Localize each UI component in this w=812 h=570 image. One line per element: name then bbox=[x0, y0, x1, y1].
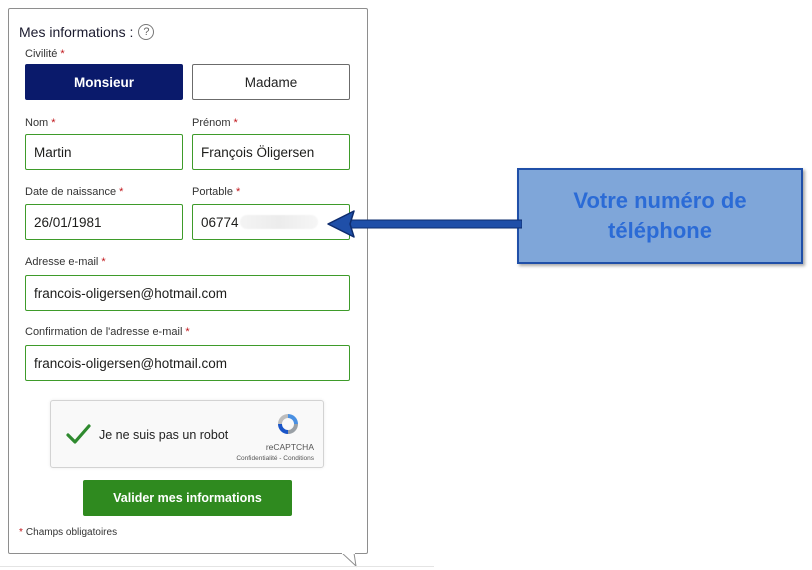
section-title: Mes informations : ? bbox=[19, 24, 155, 40]
civility-label: Civilité * bbox=[25, 48, 65, 60]
birthdate-input[interactable]: 26/01/1981 bbox=[25, 204, 183, 240]
email-confirm-label: Confirmation de l'adresse e-mail * bbox=[25, 326, 190, 338]
portable-label: Portable * bbox=[192, 186, 241, 198]
recaptcha-brand: reCAPTCHA bbox=[265, 442, 314, 452]
recaptcha-widget[interactable]: Je ne suis pas un robot reCAPTCHA Confid… bbox=[50, 400, 324, 468]
section-title-text: Mes informations : bbox=[19, 24, 134, 40]
recaptcha-links[interactable]: Confidentialité - Conditions bbox=[236, 455, 314, 462]
civility-madame-button[interactable]: Madame bbox=[192, 64, 350, 100]
recaptcha-text: Je ne suis pas un robot bbox=[99, 428, 229, 442]
email-confirm-input[interactable]: francois-oligersen@hotmail.com bbox=[25, 345, 350, 381]
prenom-label: Prénom * bbox=[192, 117, 238, 129]
help-icon[interactable]: ? bbox=[138, 24, 155, 40]
birthdate-label: Date de naissance * bbox=[25, 186, 124, 198]
portable-redaction bbox=[239, 215, 318, 229]
prenom-input[interactable]: François Öligersen bbox=[192, 134, 350, 170]
portable-value: 06774 bbox=[201, 214, 239, 230]
required-note: * Champs obligatoires bbox=[19, 527, 118, 538]
recaptcha-logo-icon bbox=[278, 414, 298, 434]
phone-callout-box: Votre numéro de téléphone bbox=[517, 168, 803, 264]
civility-monsieur-button[interactable]: Monsieur bbox=[25, 64, 183, 100]
checkmark-icon[interactable] bbox=[65, 421, 91, 447]
nom-input[interactable]: Martin bbox=[25, 134, 183, 170]
nom-label: Nom * bbox=[25, 117, 56, 129]
page-divider bbox=[0, 566, 434, 567]
arrow-left-icon bbox=[327, 210, 522, 238]
submit-button[interactable]: Valider mes informations bbox=[83, 480, 292, 516]
email-label: Adresse e-mail * bbox=[25, 256, 106, 268]
email-input[interactable]: francois-oligersen@hotmail.com bbox=[25, 275, 350, 311]
